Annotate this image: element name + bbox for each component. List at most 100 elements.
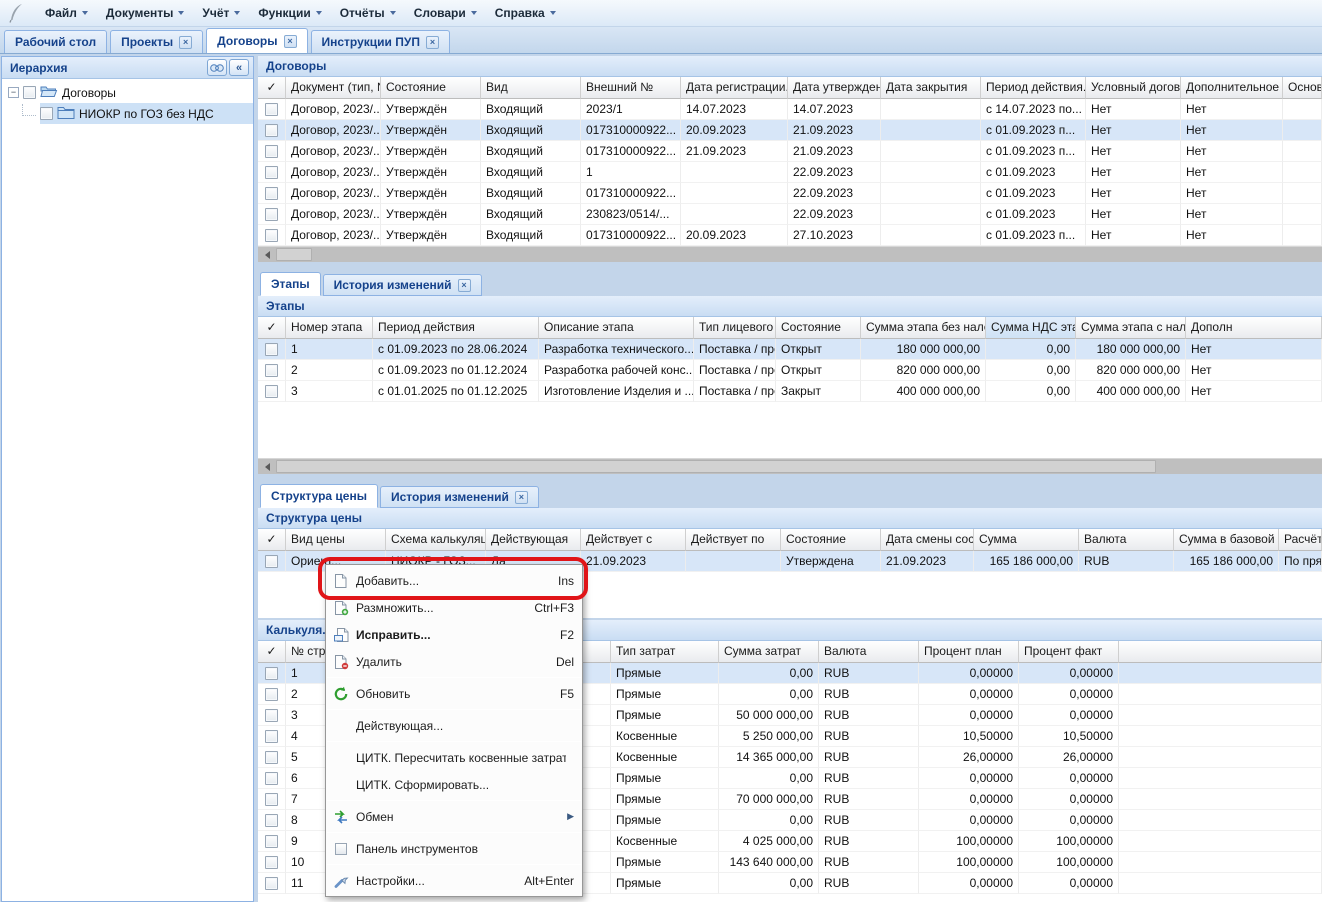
table-row[interactable]: 1с 01.09.2023 по 28.06.2024Разработка те…: [258, 339, 1322, 360]
collapse-node-icon[interactable]: −: [8, 87, 19, 98]
column-header[interactable]: Сумма затрат: [719, 641, 819, 663]
tree-node-checkbox[interactable]: [23, 86, 36, 99]
row-checkbox[interactable]: [265, 124, 278, 137]
column-header[interactable]: Дата смены состоя: [881, 529, 974, 551]
menubar-item-Словари[interactable]: Словари: [405, 3, 486, 23]
checkbox-cell[interactable]: [258, 141, 286, 162]
tab-Рабочий стол[interactable]: Рабочий стол: [4, 30, 107, 53]
menu-item-действующая-[interactable]: Действующая...: [326, 712, 582, 739]
row-checkbox[interactable]: [265, 364, 278, 377]
scroll-left-arrow-icon[interactable]: [258, 247, 275, 262]
column-header[interactable]: Сумма НДС этапа: [986, 317, 1076, 339]
tree-node-niokr[interactable]: НИОКР по ГОЗ без НДС: [2, 103, 253, 124]
checkbox-cell[interactable]: [258, 873, 286, 894]
menu-item-панель-инструментов[interactable]: Панель инструментов: [326, 835, 582, 862]
row-checkbox[interactable]: [265, 751, 278, 764]
checkbox-cell[interactable]: [258, 789, 286, 810]
table-row[interactable]: 2с 01.09.2023 по 01.12.2024Разработка ра…: [258, 360, 1322, 381]
scrollbar-thumb[interactable]: [276, 460, 1156, 473]
row-checkbox[interactable]: [265, 145, 278, 158]
checkbox-cell[interactable]: [258, 225, 286, 246]
column-header[interactable]: Валюта: [1079, 529, 1174, 551]
checkbox-cell[interactable]: [258, 99, 286, 120]
menu-item-добавить-[interactable]: Добавить...Ins: [326, 567, 582, 594]
row-checkbox[interactable]: [265, 555, 278, 568]
column-header[interactable]: Описание этапа: [539, 317, 694, 339]
column-header[interactable]: Процент факт: [1019, 641, 1119, 663]
tab-Структура цены[interactable]: Структура цены: [260, 484, 378, 508]
checkbox-cell[interactable]: [258, 120, 286, 141]
column-header[interactable]: Период действия..: [981, 77, 1086, 99]
column-header[interactable]: Вид: [481, 77, 581, 99]
row-checkbox[interactable]: [265, 667, 278, 680]
row-checkbox[interactable]: [265, 187, 278, 200]
row-checkbox[interactable]: [265, 730, 278, 743]
tab-Инструкции ПУП[interactable]: Инструкции ПУП×: [311, 30, 450, 53]
column-header[interactable]: Тип затрат: [611, 641, 719, 663]
find-button[interactable]: [207, 59, 227, 76]
tab-Проекты[interactable]: Проекты×: [110, 30, 203, 53]
column-header[interactable]: Состояние: [381, 77, 481, 99]
scrollbar-thumb[interactable]: [276, 248, 312, 261]
close-icon[interactable]: ×: [515, 491, 528, 504]
column-header[interactable]: [1119, 641, 1322, 663]
checkbox-cell[interactable]: [258, 726, 286, 747]
row-checkbox[interactable]: [265, 877, 278, 890]
menubar-item-Функции[interactable]: Функции: [249, 3, 330, 23]
row-checkbox[interactable]: [265, 166, 278, 179]
column-header[interactable]: Сумма: [974, 529, 1079, 551]
column-header[interactable]: Действующая: [486, 529, 581, 551]
tab-История изменений[interactable]: История изменений×: [380, 486, 539, 508]
column-header[interactable]: Дополн: [1186, 317, 1322, 339]
column-header[interactable]: Сумма в базовой в: [1174, 529, 1279, 551]
menubar-item-Отчёты[interactable]: Отчёты: [331, 3, 405, 23]
row-checkbox[interactable]: [265, 835, 278, 848]
scroll-left-arrow-icon[interactable]: [258, 459, 275, 474]
column-header[interactable]: Процент план: [919, 641, 1019, 663]
checkbox-cell[interactable]: [258, 852, 286, 873]
select-all-header[interactable]: ✓: [258, 317, 286, 339]
checkbox-cell[interactable]: [258, 684, 286, 705]
column-header[interactable]: Расчёт: [1279, 529, 1322, 551]
table-row[interactable]: Договор, 2023/...УтверждёнВходящий017310…: [258, 225, 1322, 246]
select-all-header[interactable]: ✓: [258, 641, 286, 663]
row-checkbox[interactable]: [265, 208, 278, 221]
column-header[interactable]: Документ (тип, №: [286, 77, 381, 99]
menu-item-размножить-[interactable]: Размножить...Ctrl+F3: [326, 594, 582, 621]
menu-item-обновить[interactable]: ОбновитьF5: [326, 680, 582, 707]
table-row[interactable]: Договор, 2023/...УтверждёнВходящий017310…: [258, 183, 1322, 204]
checkbox-cell[interactable]: [258, 663, 286, 684]
row-checkbox[interactable]: [265, 229, 278, 242]
tree-node-checkbox[interactable]: [40, 107, 53, 120]
column-header[interactable]: Тип лицевого счёт: [694, 317, 776, 339]
column-header[interactable]: Условный договор: [1086, 77, 1181, 99]
horizontal-scrollbar[interactable]: [258, 458, 1322, 474]
row-checkbox[interactable]: [265, 688, 278, 701]
menubar-item-Документы[interactable]: Документы: [97, 3, 193, 23]
column-header[interactable]: Номер этапа: [286, 317, 373, 339]
table-row[interactable]: Договор, 2023/...УтверждёнВходящий122.09…: [258, 162, 1322, 183]
checkbox-cell[interactable]: [258, 705, 286, 726]
row-checkbox[interactable]: [265, 856, 278, 869]
table-row[interactable]: Договор, 2023/...УтверждёнВходящий017310…: [258, 141, 1322, 162]
column-header[interactable]: Сумма этапа без налогов: [861, 317, 986, 339]
checkbox-cell[interactable]: [258, 204, 286, 225]
column-header[interactable]: Состояние: [776, 317, 861, 339]
tab-Этапы[interactable]: Этапы: [260, 272, 321, 296]
row-checkbox[interactable]: [265, 709, 278, 722]
checkbox-cell[interactable]: [258, 381, 286, 402]
table-row[interactable]: Договор, 2023/...УтверждёнВходящий2023/1…: [258, 99, 1322, 120]
menu-item-удалить[interactable]: УдалитьDel: [326, 648, 582, 675]
menubar-item-Справка[interactable]: Справка: [486, 3, 565, 23]
select-all-header[interactable]: ✓: [258, 77, 286, 99]
column-header[interactable]: Состояние: [781, 529, 881, 551]
tab-История изменений[interactable]: История изменений×: [323, 274, 482, 296]
menubar-item-Файл[interactable]: Файл: [36, 3, 97, 23]
row-checkbox[interactable]: [265, 385, 278, 398]
table-row[interactable]: Договор, 2023/...УтверждёнВходящий230823…: [258, 204, 1322, 225]
select-all-header[interactable]: ✓: [258, 529, 286, 551]
collapse-panel-button[interactable]: «: [229, 59, 249, 76]
column-header[interactable]: Период действия: [373, 317, 539, 339]
menu-item-цитк-пересчитать-косвенные-затраты-[interactable]: ЦИТК. Пересчитать косвенные затраты...: [326, 744, 582, 771]
column-header[interactable]: Дополнительное с: [1181, 77, 1283, 99]
